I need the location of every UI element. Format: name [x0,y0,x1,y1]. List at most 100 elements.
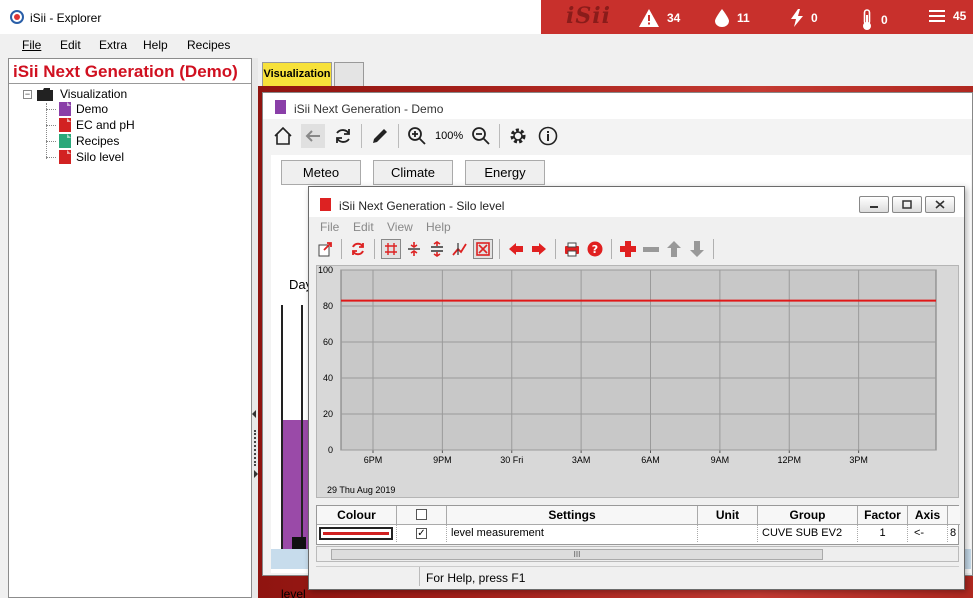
print-icon[interactable] [562,239,582,259]
energy-button[interactable]: Energy [465,160,545,185]
warnings-counter[interactable]: 34 [639,9,680,27]
svg-text:?: ? [592,243,598,256]
menu-help[interactable]: Help [143,38,168,52]
y-tick-label: 0 [328,445,333,455]
colour-swatch[interactable] [319,527,393,540]
arrow-left-icon[interactable] [506,239,526,259]
silo-menu-edit[interactable]: Edit [353,220,374,234]
tree-item-recipes[interactable]: Recipes [59,134,119,148]
climate-button[interactable]: Climate [373,160,453,185]
tree-item-demo[interactable]: Demo [59,102,108,116]
row-visible-cell[interactable]: ✓ [397,525,447,542]
series-table: Colour Settings Unit Group Factor Axis ✓… [316,505,960,545]
home-icon[interactable] [271,124,295,148]
silo-toolbar: ? [315,237,717,261]
log-counter[interactable]: 45 [929,9,966,23]
toolbar-separator [611,239,612,259]
toolbar-separator [499,239,500,259]
lightning-icon [791,9,803,27]
menu-extra[interactable]: Extra [99,38,127,52]
menu-edit[interactable]: Edit [60,38,81,52]
zoom-in-vertical-icon[interactable] [404,239,424,259]
tab-blank[interactable] [334,62,364,86]
horizontal-scrollbar[interactable]: III [316,546,959,562]
x-tick-label: 9PM [433,455,452,465]
tree-item-ec-and-ph[interactable]: EC and pH [59,118,135,132]
col-header-settings[interactable]: Settings [447,506,698,525]
toolbar-separator [361,124,362,148]
alarm-status-panel: iSii 34 11 0 0 45 [541,0,973,34]
grid-toggle-icon[interactable] [381,239,401,259]
minimize-button[interactable] [859,196,889,213]
col-header-extra [948,506,960,525]
col-header-unit[interactable]: Unit [698,506,758,525]
row-settings: level measurement [447,525,698,542]
refresh-icon[interactable] [331,124,355,148]
folder-icon [37,87,53,101]
window-title: iSii - Explorer [30,11,102,25]
temperature-counter[interactable]: 0 [861,9,888,31]
add-icon[interactable] [618,239,638,259]
tree-item-label: EC and pH [76,118,135,132]
menu-file[interactable]: File [22,38,41,52]
remove-icon[interactable] [641,239,661,259]
recipes-doc-icon [59,134,71,148]
scrollbar-thumb[interactable]: III [331,549,823,560]
col-header-factor[interactable]: Factor [858,506,908,525]
refresh-icon[interactable] [348,239,368,259]
row-colour-cell[interactable] [317,525,397,542]
power-counter[interactable]: 0 [791,9,818,27]
back-arrow-icon[interactable] [301,124,325,148]
toolbar-separator [713,239,714,259]
level-label: level [281,587,306,598]
zoom-in-icon[interactable] [405,124,429,148]
close-button[interactable] [925,196,955,213]
zoom-out-icon[interactable] [469,124,493,148]
water-counter[interactable]: 11 [715,9,750,27]
silo-menu-file[interactable]: File [320,220,339,234]
silo-menu-help[interactable]: Help [426,220,451,234]
tree-root-visualization[interactable]: − Visualization [23,87,127,101]
splitter-left-arrow[interactable] [252,410,256,418]
tab-visualization[interactable]: Visualization [262,62,332,86]
demo-window-titlebar: iSii Next Generation - Demo [263,93,972,119]
explorer-panel: iSii Next Generation (Demo) − Visualizat… [8,58,252,598]
menu-recipes[interactable]: Recipes [187,38,230,52]
export-icon[interactable] [315,239,335,259]
zoom-out-vertical-icon[interactable] [427,239,447,259]
silo-window-titlebar: iSii Next Generation - Silo level [309,187,964,217]
col-header-colour[interactable]: Colour [317,506,397,525]
trend-chart-svg: 6PM 9PM 30 Fri 3AM 6AM 9AM 12PM 3PM 0 20 40 60 80 100 [318,266,937,465]
restore-button[interactable] [892,196,922,213]
demo-doc-icon [59,102,71,116]
demo-toolbar: 100% [271,121,560,151]
x-tick-label: 30 Fri [500,455,523,465]
move-up-icon[interactable] [664,239,684,259]
x-tick-label: 6PM [364,455,383,465]
brand-title: iSii Next Generation (Demo) [13,62,238,81]
gear-icon[interactable] [506,124,530,148]
ec-ph-doc-icon [59,118,71,132]
tree-item-silo-level[interactable]: Silo level [59,150,124,164]
app-logo-icon [10,10,24,24]
col-header-axis[interactable]: Axis [908,506,948,525]
arrow-right-icon[interactable] [529,239,549,259]
series-visible-checkbox[interactable]: ✓ [416,528,427,539]
tree-item-label: Demo [76,102,109,116]
info-icon[interactable] [536,124,560,148]
collapse-toggle-icon[interactable]: − [23,89,32,99]
trend-chart[interactable]: 6PM 9PM 30 Fri 3AM 6AM 9AM 12PM 3PM 0 20 40 60 80 100… [316,265,959,498]
close-icon [935,200,945,209]
col-header-visible[interactable] [397,506,447,525]
help-icon[interactable]: ? [585,239,605,259]
splitter-grip[interactable] [254,430,256,466]
select-all-checkbox[interactable] [416,509,427,520]
meteo-button[interactable]: Meteo [281,160,361,185]
move-down-icon[interactable] [687,239,707,259]
col-header-group[interactable]: Group [758,506,858,525]
clear-icon[interactable] [473,239,493,259]
pencil-icon[interactable] [368,124,392,148]
y-tick-label: 60 [323,337,333,347]
silo-menu-view[interactable]: View [387,220,413,234]
curve-icon[interactable] [450,239,470,259]
